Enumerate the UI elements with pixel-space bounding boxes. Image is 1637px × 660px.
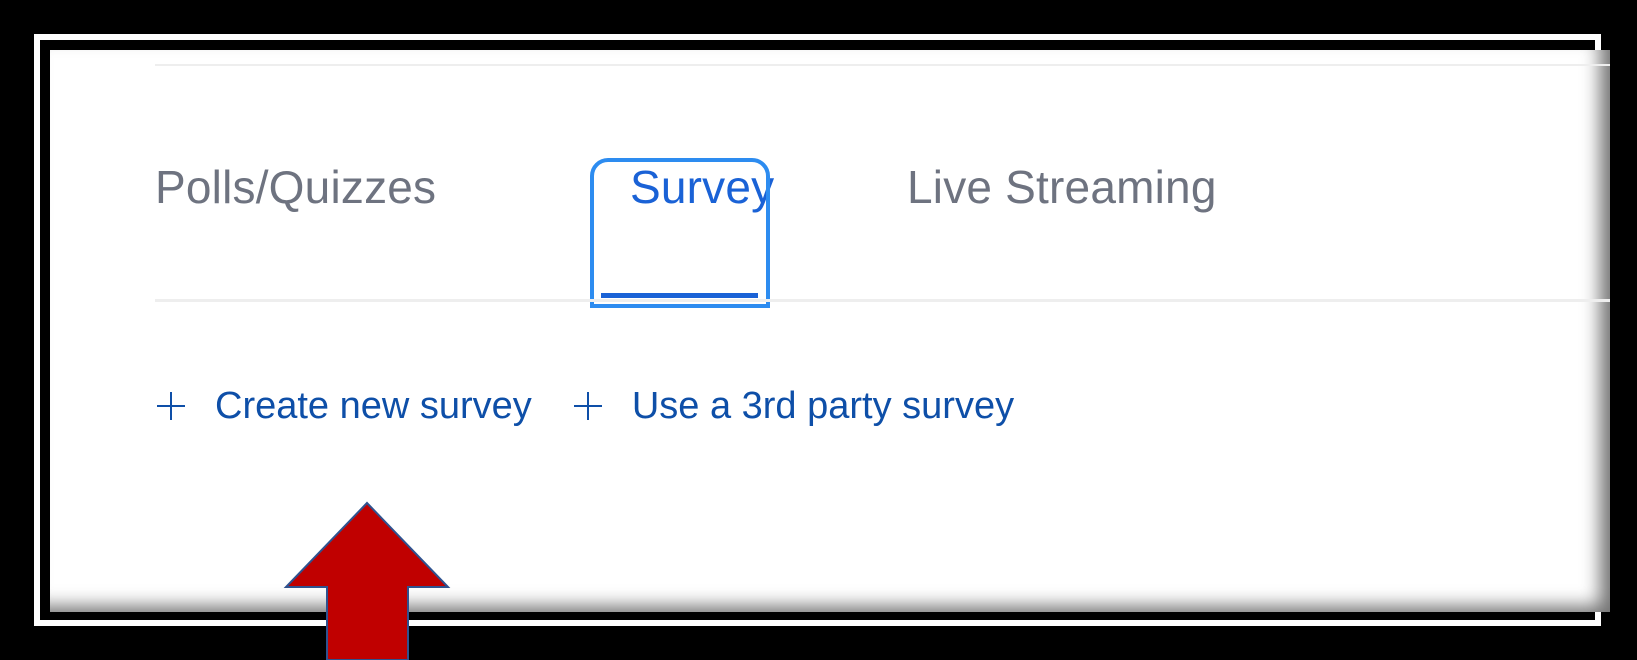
survey-tab-highlight-box	[590, 158, 770, 308]
tab-bar: Polls/Quizzes Survey Live Streaming	[155, 160, 1610, 350]
create-new-survey-label: Create new survey	[215, 384, 532, 427]
settings-panel: Polls/Quizzes Survey Live Streaming Crea…	[50, 50, 1610, 612]
plus-icon	[573, 392, 602, 420]
tab-polls-quizzes[interactable]: Polls/Quizzes	[155, 160, 436, 214]
top-divider	[155, 64, 1610, 66]
create-new-survey-link[interactable]: Create new survey	[157, 385, 532, 428]
survey-actions: Create new survey Use a 3rd party survey	[157, 380, 1014, 432]
tab-bar-divider	[155, 299, 1610, 302]
survey-tab-active-underline	[601, 293, 758, 298]
plus-icon	[157, 392, 185, 420]
use-3rd-party-survey-link[interactable]: Use a 3rd party survey	[573, 384, 1015, 428]
tab-live-streaming[interactable]: Live Streaming	[907, 160, 1217, 214]
use-3rd-party-survey-label: Use a 3rd party survey	[631, 384, 1015, 427]
